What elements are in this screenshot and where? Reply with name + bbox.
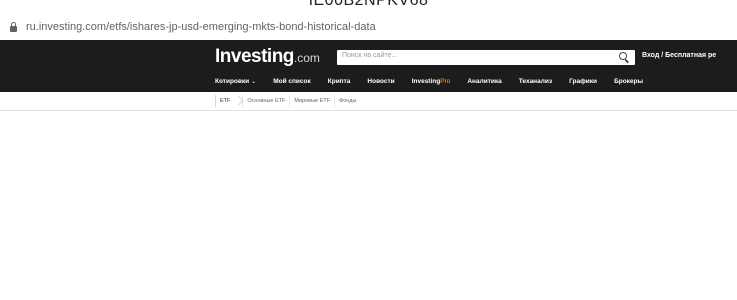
address-bar[interactable]: ru.investing.com/etfs/ishares-jp-usd-eme… (0, 14, 737, 40)
breadcrumb-separator-icon (234, 95, 242, 107)
search-input[interactable]: Поиск на сайте... (337, 50, 635, 65)
logo-main: Investing (215, 46, 294, 67)
subnav-items: ETF Основные ETF Мировые ETF Фонды (215, 95, 360, 107)
nav-item-crypto[interactable]: Крипта (328, 78, 351, 85)
site-header: Investing.com Поиск на сайте... Вход / Б… (0, 40, 737, 92)
nav-item-investingpro[interactable]: InvestingPro (412, 78, 451, 85)
login-signup-link[interactable]: Вход / Бесплатная ре (642, 52, 716, 59)
logo-suffix: .com (293, 51, 320, 65)
lock-icon[interactable] (10, 21, 17, 32)
subnav-item-world-etf[interactable]: Мировые ETF (289, 95, 334, 107)
search-icon[interactable] (619, 52, 627, 60)
url-text[interactable]: ru.investing.com/etfs/ishares-jp-usd-eme… (26, 21, 376, 33)
nav-item-technical[interactable]: Теханализ (519, 78, 552, 85)
search-placeholder: Поиск на сайте... (342, 52, 398, 59)
nav-item-watchlist[interactable]: Мой список (273, 78, 311, 85)
nav-item-quotes[interactable]: Котировки ⌄ (215, 78, 256, 85)
nav-item-news[interactable]: Новости (367, 78, 394, 85)
nav-item-brokers[interactable]: Брокеры (614, 78, 643, 85)
pro-accent: Pro (440, 77, 451, 85)
site-logo[interactable]: Investing.com (215, 46, 320, 68)
main-content (0, 111, 737, 300)
nav-item-analytics[interactable]: Аналитика (467, 78, 501, 85)
nav-item-label: Investing (411, 77, 441, 85)
subnav-item-etf[interactable]: ETF (215, 95, 234, 107)
main-nav: Котировки ⌄ Мой список Крипта Новости Inv… (215, 74, 660, 88)
subnav-item-funds[interactable]: Фонды (334, 95, 360, 107)
top-caption: IE00B2NPKV68 (308, 0, 429, 9)
nav-item-label: Котировки (215, 77, 250, 85)
breadcrumb: ETF Основные ETF Мировые ETF Фонды (0, 92, 737, 111)
nav-item-charts[interactable]: Графики (569, 78, 597, 85)
chevron-down-icon: ⌄ (251, 78, 257, 85)
subnav-item-main-etf[interactable]: Основные ETF (242, 95, 289, 107)
